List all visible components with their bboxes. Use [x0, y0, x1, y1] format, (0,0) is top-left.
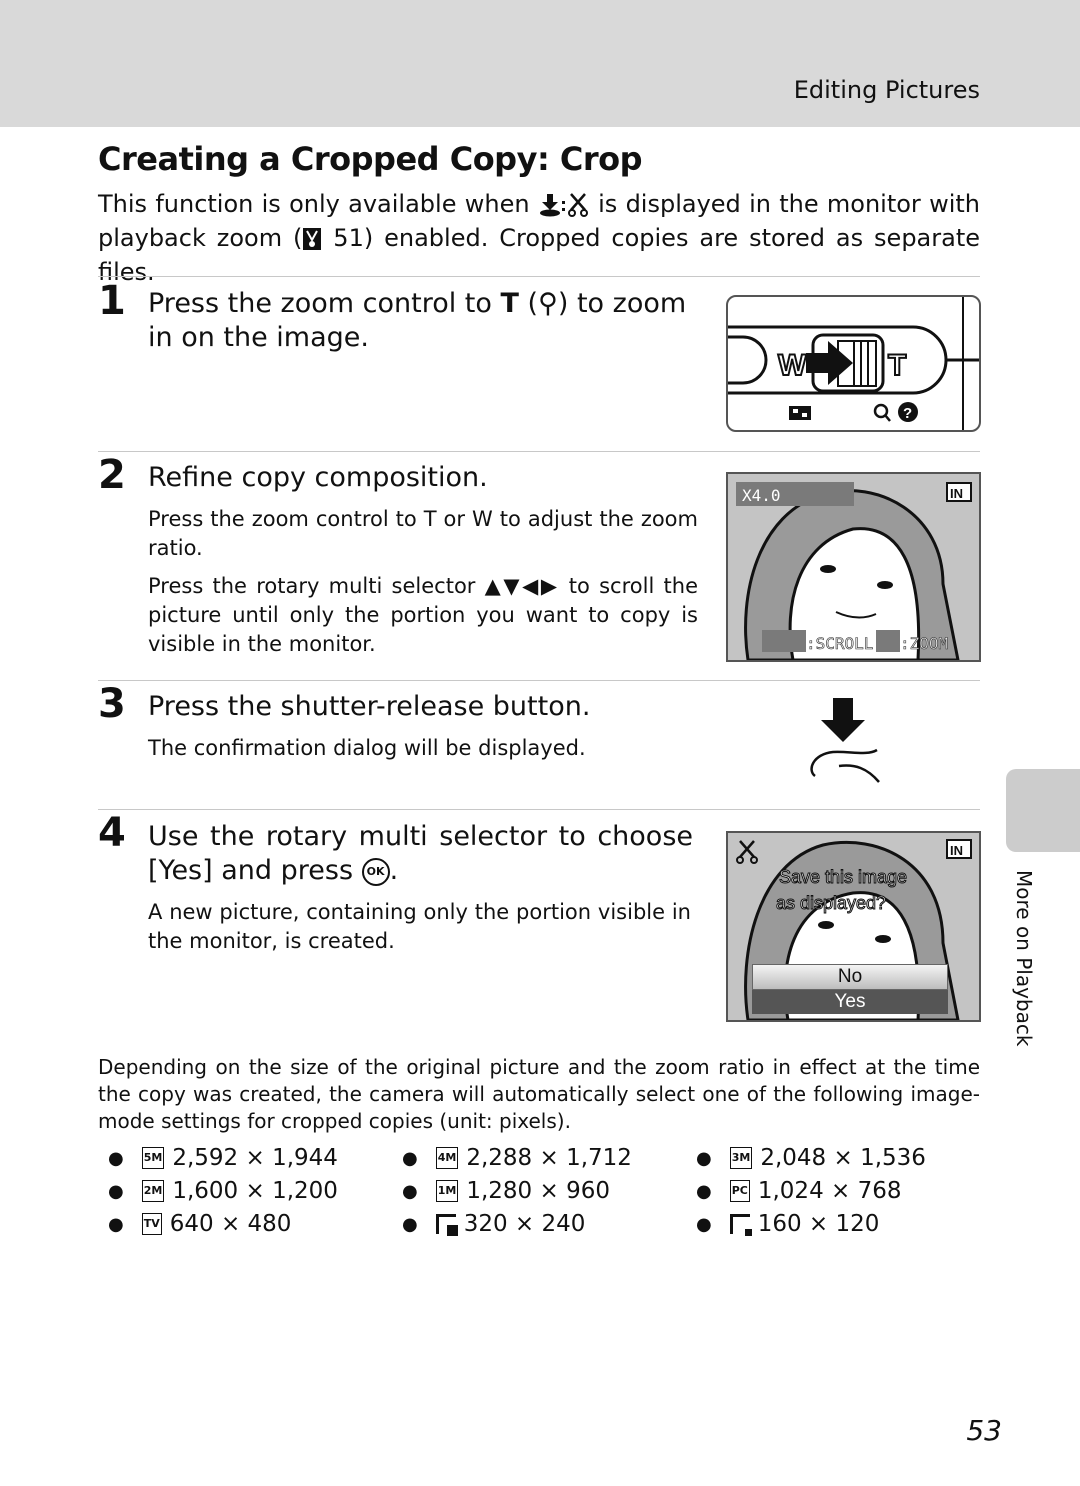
portrait-illustration: X4.0 IN :SCROLL :ZOOM	[728, 474, 979, 660]
mode-size: 1,024 × 768	[757, 1178, 902, 1204]
step-1-paren: (	[527, 288, 539, 319]
page-title: Creating a Cropped Copy: Crop	[98, 140, 643, 178]
scroll-hint: :SCROLL	[806, 634, 873, 653]
zoom-ratio-text: X4.0	[742, 486, 781, 505]
step-2-title: Refine copy composition.	[148, 462, 488, 493]
footer-note: Depending on the size of the original pi…	[98, 1055, 980, 1133]
page-ref-icon	[303, 228, 322, 250]
confirm-question-line1: Save this image	[779, 867, 907, 887]
step-1-title-text: Press the zoom control to	[148, 288, 492, 319]
side-tab[interactable]	[1006, 769, 1080, 852]
divider	[98, 451, 980, 452]
step-4-body: A new picture, containing only the porti…	[148, 900, 691, 953]
section-label: Editing Pictures	[793, 76, 980, 104]
mode-size: 1,600 × 1,200	[172, 1178, 338, 1204]
zoom-control-figure: W T ?	[726, 295, 981, 432]
image-mode-2m-icon: 2M	[141, 1180, 165, 1202]
mode-item: ● 4M 2,288 × 1,712	[402, 1145, 632, 1171]
tele-icon: T	[500, 288, 519, 319]
image-mode-160-icon	[729, 1214, 752, 1236]
mode-size: 2,048 × 1,536	[760, 1145, 926, 1171]
intro-text-1: This function is only available when	[98, 190, 530, 218]
image-mode-5m-icon: 5M	[141, 1147, 165, 1169]
step-4-title: Use the rotary multi selector to choose …	[148, 820, 693, 888]
page-number: 53	[966, 1414, 1002, 1447]
magnify-icon: ⚲	[538, 288, 558, 319]
step-2-body-1: Press the zoom control to T or W to adju…	[148, 507, 698, 560]
mode-size: 2,288 × 1,712	[466, 1145, 632, 1171]
t-label: T	[888, 349, 906, 382]
crop-mode-icon	[539, 193, 588, 217]
image-mode-320-icon	[435, 1214, 458, 1236]
intro-paragraph: This function is only available when is …	[98, 187, 980, 289]
side-tab-label: More on Playback	[1012, 870, 1036, 1047]
mode-size: 320 × 240	[463, 1211, 586, 1237]
zoom-control-illustration: W T ?	[728, 297, 979, 430]
step-4-title-end: .	[389, 855, 399, 886]
monitor-confirm-figure: IN Save this image as displayed? No Yes	[726, 831, 981, 1022]
step-1-number: 1	[98, 278, 126, 324]
image-mode-1m-icon: 1M	[435, 1180, 459, 1202]
mode-item: ● TV 640 × 480	[108, 1211, 292, 1237]
image-mode-tv-icon: TV	[141, 1213, 162, 1235]
step-3-number: 3	[98, 681, 126, 727]
option-no[interactable]: No	[752, 964, 948, 990]
mode-item: ● 320 × 240	[402, 1211, 586, 1237]
shutter-press-icon	[810, 698, 880, 783]
header-band	[0, 0, 1080, 127]
step-1-title: Press the zoom control to T (⚲) to zoom …	[148, 287, 703, 355]
thumbnail-icon	[789, 406, 811, 420]
confirm-question-line2: as displayed?	[776, 893, 886, 913]
divider	[98, 680, 980, 681]
ok-button-icon: OK	[361, 857, 390, 886]
step-4-title-text: Use the rotary multi selector to choose …	[148, 821, 693, 886]
step-2-number: 2	[98, 452, 126, 498]
mode-size: 2,592 × 1,944	[172, 1145, 338, 1171]
zoom-hint: :ZOOM	[900, 634, 948, 653]
step-3-body: The confirmation dialog will be displaye…	[148, 736, 586, 760]
mode-item: ● PC 1,024 × 768	[696, 1178, 902, 1204]
step-4-number: 4	[98, 810, 126, 856]
image-mode-3m-icon: 3M	[729, 1147, 753, 1169]
option-yes-selected[interactable]: Yes	[752, 990, 948, 1014]
divider	[98, 276, 980, 277]
page-ref-number[interactable]: 51	[333, 224, 364, 252]
mode-size: 640 × 480	[169, 1211, 292, 1237]
memory-icon: IN	[950, 486, 963, 501]
mode-size: 1,280 × 960	[466, 1178, 610, 1204]
w-label: W	[778, 349, 807, 382]
mode-item: ● 160 × 120	[696, 1211, 880, 1237]
mode-item: ● 5M 2,592 × 1,944	[108, 1145, 338, 1171]
mode-item: ● 1M 1,280 × 960	[402, 1178, 610, 1204]
divider	[98, 809, 980, 810]
mode-size: 160 × 120	[757, 1211, 880, 1237]
monitor-scroll-figure: X4.0 IN :SCROLL :ZOOM	[726, 472, 981, 662]
svg-text:?: ?	[903, 405, 912, 422]
svg-text:IN: IN	[950, 843, 963, 858]
image-mode-pc-icon: PC	[729, 1180, 750, 1202]
mode-item: ● 3M 2,048 × 1,536	[696, 1145, 926, 1171]
image-mode-4m-icon: 4M	[435, 1147, 459, 1169]
step-3-title: Press the shutter-release button.	[148, 691, 591, 722]
mode-item: ● 2M 1,600 × 1,200	[108, 1178, 338, 1204]
step-2-body-2: Press the rotary multi selector ▲▼◀▶ to …	[148, 574, 698, 656]
